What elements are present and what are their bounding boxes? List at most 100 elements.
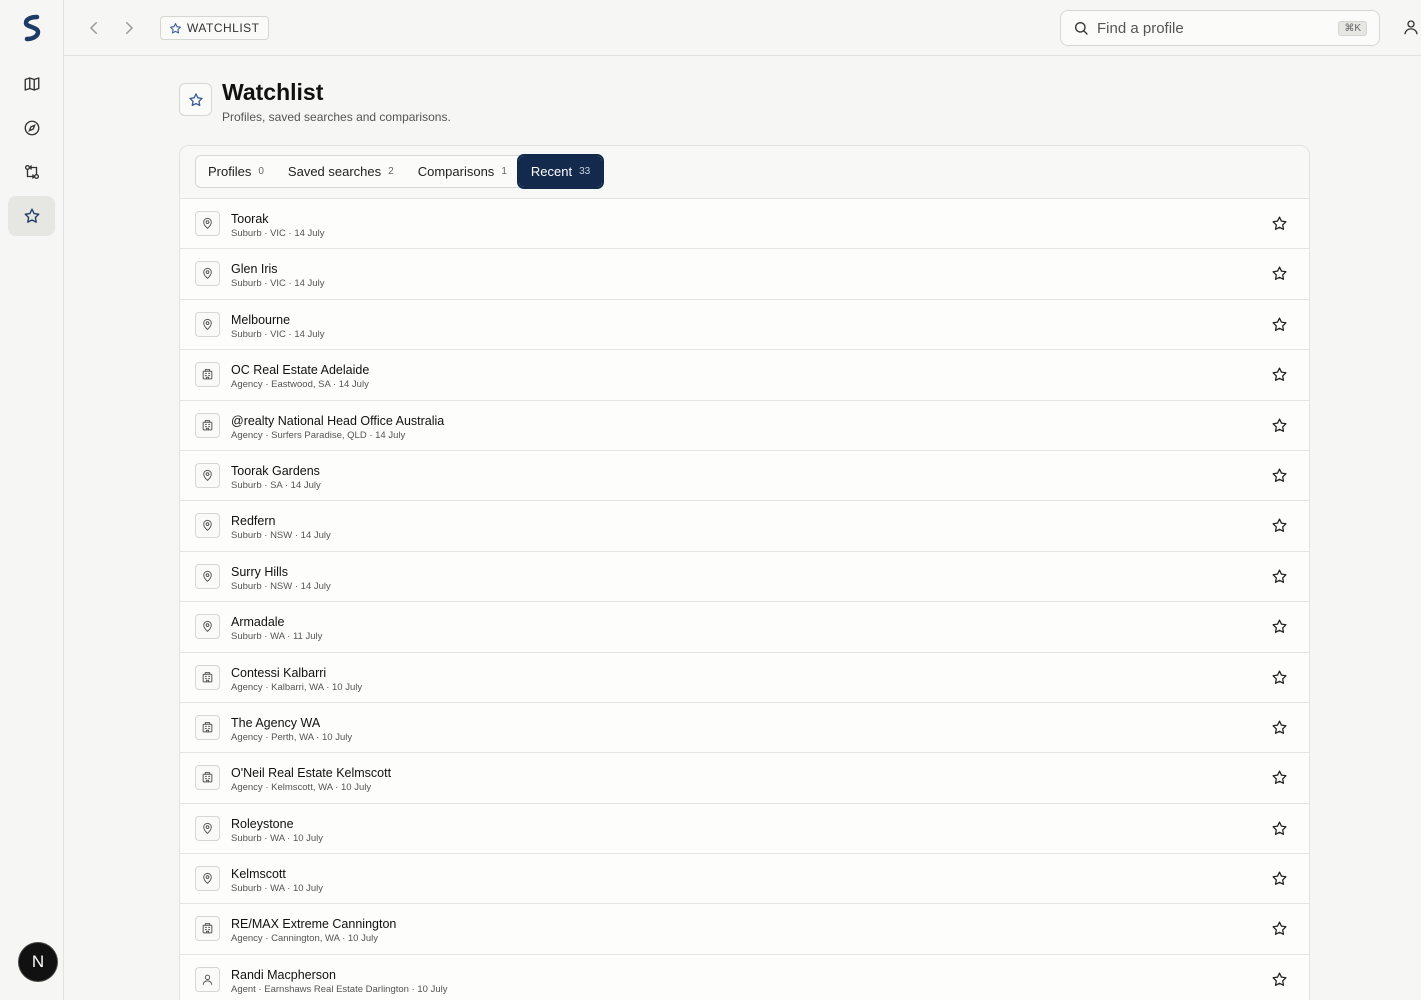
row-type-badge: [195, 714, 220, 740]
top-bar: WATCHLIST ⌘K: [64, 0, 1421, 56]
pin-icon: [203, 520, 212, 532]
row-type-badge: [195, 866, 220, 892]
list-item[interactable]: Roleystone Suburb · WA · 10 July: [180, 804, 1309, 855]
star-icon[interactable]: [1271, 417, 1288, 434]
row-subtitle: Suburb · NSW · 14 July: [231, 530, 331, 542]
map-icon: [24, 77, 39, 91]
building-icon: [202, 671, 213, 682]
nav-explore[interactable]: [8, 108, 55, 148]
tab-saved-searches[interactable]: Saved searches 2: [276, 156, 406, 187]
row-title[interactable]: O'Neil Real Estate Kelmscott: [231, 766, 391, 780]
row-title[interactable]: Kelmscott: [231, 867, 286, 881]
row-title[interactable]: Redfern: [231, 514, 275, 528]
row-subtitle: Suburb · VIC · 14 July: [231, 328, 325, 340]
row-type-badge: [195, 563, 220, 589]
card-header: Profiles 0 Saved searches 2 Comparisons 1 Rece…: [180, 146, 1309, 199]
star-icon[interactable]: [1271, 719, 1288, 736]
list-item[interactable]: Glen Iris Suburb · VIC · 14 July: [180, 249, 1309, 300]
star-icon[interactable]: [1271, 920, 1288, 937]
tab-count: 1: [501, 166, 507, 177]
row-title[interactable]: The Agency WA: [231, 716, 320, 730]
list-item[interactable]: Kelmscott Suburb · WA · 10 July: [180, 854, 1309, 905]
star-icon[interactable]: [1271, 618, 1288, 635]
row-title[interactable]: Glen Iris: [231, 262, 278, 276]
list-item[interactable]: Surry Hills Suburb · NSW · 14 July: [180, 552, 1309, 603]
row-subtitle: Suburb · VIC · 14 July: [231, 228, 325, 239]
tab-comparisons[interactable]: Comparisons 1: [406, 156, 519, 187]
star-icon[interactable]: [1271, 467, 1288, 484]
tab-recent[interactable]: Recent 33: [516, 154, 605, 189]
list-item[interactable]: OC Real Estate Adelaide Agency · Eastwood…: [180, 350, 1309, 401]
pin-icon: [203, 217, 212, 229]
row-title[interactable]: Roleystone: [231, 817, 294, 831]
nav-compare[interactable]: [8, 152, 55, 192]
star-icon[interactable]: [1271, 215, 1288, 232]
app-logo-icon[interactable]: [20, 14, 44, 42]
star-icon: [24, 208, 39, 223]
row-title[interactable]: Contessi Kalbarri: [231, 666, 326, 680]
star-icon[interactable]: [1271, 265, 1288, 282]
breadcrumb[interactable]: WATCHLIST: [160, 16, 269, 40]
list-item[interactable]: @realty National Head Office Australia Ag…: [180, 401, 1309, 451]
row-title[interactable]: Surry Hills: [231, 565, 288, 579]
row-subtitle: Suburb · WA · 11 July: [231, 631, 323, 643]
tab-label: Recent: [530, 164, 573, 179]
person-icon: [202, 974, 213, 985]
star-icon[interactable]: [1271, 820, 1288, 837]
row-type-badge: [195, 614, 220, 640]
back-arrow-icon[interactable]: [85, 19, 103, 37]
tab-bar: Profiles 0 Saved searches 2 Comparisons 1 Rece…: [195, 154, 605, 189]
sidebar: N: [0, 0, 64, 1000]
search-input[interactable]: [1097, 19, 1331, 37]
forward-arrow-icon[interactable]: [120, 19, 138, 37]
star-icon[interactable]: [1271, 870, 1288, 887]
star-icon[interactable]: [1271, 366, 1288, 383]
compare-icon: [24, 164, 39, 180]
building-icon: [202, 369, 213, 380]
list-item[interactable]: Redfern Suburb · NSW · 14 July: [180, 501, 1309, 552]
list-item[interactable]: Contessi Kalbarri Agency · Kalbarri, WA ·…: [180, 653, 1309, 703]
row-title[interactable]: Armadale: [231, 615, 285, 629]
tab-count: 33: [579, 166, 591, 177]
star-icon[interactable]: [1271, 517, 1288, 534]
row-title[interactable]: Toorak: [231, 212, 269, 226]
building-icon: [202, 722, 213, 733]
list-item[interactable]: Melbourne Suburb · VIC · 14 July: [180, 300, 1309, 351]
row-title[interactable]: @realty National Head Office Australia: [231, 414, 444, 428]
row-type-badge: [195, 412, 220, 438]
star-icon[interactable]: [1271, 769, 1288, 786]
building-icon: [202, 772, 213, 783]
row-type-badge: [195, 966, 220, 992]
list-item[interactable]: The Agency WA Agency · Perth, WA · 10 Jul…: [180, 703, 1309, 754]
pin-icon: [203, 268, 212, 280]
tab-count: 0: [258, 166, 264, 177]
row-title[interactable]: OC Real Estate Adelaide: [231, 363, 369, 377]
nav-watchlist[interactable]: [8, 196, 55, 236]
row-type-badge: [195, 664, 220, 690]
user-profile-icon[interactable]: [1402, 18, 1420, 36]
list-item[interactable]: O'Neil Real Estate Kelmscott Agency · Kel…: [180, 753, 1309, 804]
list-item[interactable]: Toorak Gardens Suburb · SA · 14 July: [180, 451, 1309, 502]
row-title[interactable]: RE/MAX Extreme Cannington: [231, 917, 396, 931]
list-item[interactable]: Randi Macpherson Agent · Earnshaws Real E…: [180, 955, 1309, 1000]
tab-count: 2: [388, 166, 394, 177]
user-avatar[interactable]: N: [19, 943, 57, 981]
star-icon[interactable]: [1271, 669, 1288, 686]
search-icon: [1075, 22, 1088, 35]
profile-search[interactable]: ⌘K: [1060, 10, 1380, 46]
tab-profiles[interactable]: Profiles 0: [196, 156, 276, 187]
nav-map[interactable]: [8, 64, 55, 104]
row-subtitle: Suburb · WA · 10 July: [231, 883, 324, 895]
star-icon[interactable]: [1271, 971, 1288, 988]
compass-icon: [24, 120, 39, 136]
pin-icon: [203, 469, 212, 481]
star-icon[interactable]: [1271, 316, 1288, 333]
list-item[interactable]: Armadale Suburb · WA · 11 July: [180, 602, 1309, 653]
row-title[interactable]: Melbourne: [231, 313, 290, 327]
star-icon[interactable]: [1271, 568, 1288, 585]
list-item[interactable]: RE/MAX Extreme Cannington Agency · Cannin…: [180, 904, 1309, 955]
list-item[interactable]: Toorak Suburb · VIC · 14 July: [180, 199, 1309, 250]
row-title[interactable]: Randi Macpherson: [231, 968, 336, 982]
row-title[interactable]: Toorak Gardens: [231, 464, 320, 478]
row-type-badge: [195, 462, 220, 488]
